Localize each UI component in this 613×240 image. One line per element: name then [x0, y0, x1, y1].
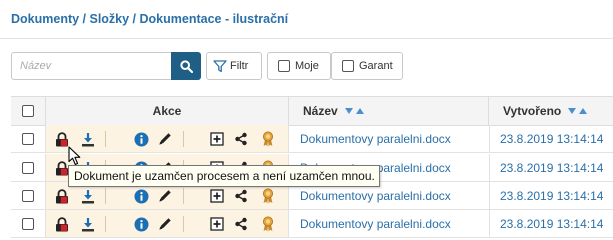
- separator: [183, 131, 184, 147]
- add-icon[interactable]: [209, 188, 225, 204]
- share-icon[interactable]: [233, 216, 249, 232]
- table-row: Dokumentovy paralelni.docx 23.8.2019 13:…: [11, 210, 613, 238]
- filter-button[interactable]: Filtr: [206, 52, 262, 80]
- add-icon[interactable]: [209, 216, 225, 232]
- edit-icon[interactable]: [157, 131, 173, 147]
- header-akce-label: Akce: [152, 104, 182, 118]
- moje-checkbox[interactable]: [278, 60, 290, 72]
- row-created-text: 23.8.2019 13:14:14: [500, 188, 604, 203]
- row-select-cell: [11, 210, 46, 238]
- table-row: Dokumentovy paralelni.docx 23.8.2019 13:…: [11, 125, 613, 153]
- filter-icon: [213, 60, 227, 73]
- search-icon: [179, 59, 193, 73]
- separator: [105, 188, 106, 204]
- lock-icon[interactable]: [54, 188, 70, 204]
- share-icon[interactable]: [233, 131, 249, 147]
- separator: [183, 188, 184, 204]
- row-created: 23.8.2019 13:14:14: [489, 182, 613, 210]
- tooltip-text: Dokument je uzamčen procesem a není uzam…: [74, 169, 375, 183]
- breadcrumb-text[interactable]: Dokumenty / Složky / Dokumentace - ilust…: [11, 12, 288, 26]
- award-icon[interactable]: [260, 216, 276, 232]
- row-checkbox[interactable]: [22, 189, 34, 202]
- row-select-cell: [11, 182, 46, 210]
- row-checkbox[interactable]: [22, 132, 34, 145]
- row-name-text: Dokumentovy paralelni.docx: [300, 131, 451, 146]
- select-all-checkbox[interactable]: [22, 105, 34, 117]
- lock-tooltip: Dokument je uzamčen procesem a není uzam…: [68, 165, 380, 187]
- cursor-icon: [68, 146, 81, 166]
- row-checkbox[interactable]: [22, 217, 34, 230]
- filter-label: Filtr: [230, 60, 249, 72]
- sort-icon: [344, 108, 364, 114]
- lock-icon[interactable]: [54, 216, 70, 232]
- edit-icon[interactable]: [157, 216, 173, 232]
- row-created-text: 23.8.2019 13:14:14: [500, 160, 604, 175]
- award-icon[interactable]: [260, 131, 276, 147]
- row-created: 23.8.2019 13:14:14: [489, 210, 613, 238]
- row-created-text: 23.8.2019 13:14:14: [500, 131, 604, 146]
- header-nazev-label: Název: [303, 104, 338, 118]
- info-icon[interactable]: [133, 131, 149, 147]
- breadcrumb: Dokumenty / Složky / Dokumentace - ilust…: [0, 0, 613, 39]
- header-vytvoreno[interactable]: Vytvořeno: [489, 96, 613, 126]
- header-nazev[interactable]: Název: [289, 96, 489, 126]
- sort-icon: [568, 108, 588, 114]
- garant-toggle[interactable]: Garant: [331, 52, 403, 80]
- garant-checkbox[interactable]: [342, 60, 354, 72]
- share-icon[interactable]: [233, 188, 249, 204]
- row-select-cell: [11, 125, 46, 153]
- download-icon[interactable]: [80, 131, 96, 147]
- row-name-text: Dokumentovy paralelni.docx: [300, 216, 451, 231]
- lock-icon[interactable]: [54, 131, 70, 147]
- row-actions: [46, 125, 289, 153]
- row-created: 23.8.2019 13:14:14: [489, 154, 613, 182]
- moje-label: Moje: [295, 60, 319, 72]
- row-name-link[interactable]: Dokumentovy paralelni.docx: [289, 210, 489, 238]
- row-actions: [46, 210, 289, 238]
- download-icon[interactable]: [80, 188, 96, 204]
- row-select-cell: [11, 154, 46, 182]
- info-icon[interactable]: [133, 216, 149, 232]
- header-select-all: [11, 96, 46, 126]
- header-akce: Akce: [46, 96, 289, 126]
- row-name-text: Dokumentovy paralelni.docx: [300, 188, 451, 203]
- row-name-link[interactable]: Dokumentovy paralelni.docx: [289, 125, 489, 153]
- separator: [105, 216, 106, 232]
- award-icon[interactable]: [260, 188, 276, 204]
- garant-label: Garant: [359, 60, 393, 72]
- add-icon[interactable]: [209, 131, 225, 147]
- header-vytvoreno-label: Vytvořeno: [503, 104, 562, 118]
- row-created: 23.8.2019 13:14:14: [489, 125, 613, 153]
- edit-icon[interactable]: [157, 188, 173, 204]
- search-button[interactable]: [171, 52, 201, 80]
- moje-toggle[interactable]: Moje: [267, 52, 331, 80]
- download-icon[interactable]: [80, 216, 96, 232]
- info-icon[interactable]: [133, 188, 149, 204]
- separator: [183, 216, 184, 232]
- row-checkbox[interactable]: [22, 161, 34, 174]
- row-created-text: 23.8.2019 13:14:14: [500, 216, 604, 231]
- search-input[interactable]: [11, 52, 171, 80]
- separator: [105, 131, 106, 147]
